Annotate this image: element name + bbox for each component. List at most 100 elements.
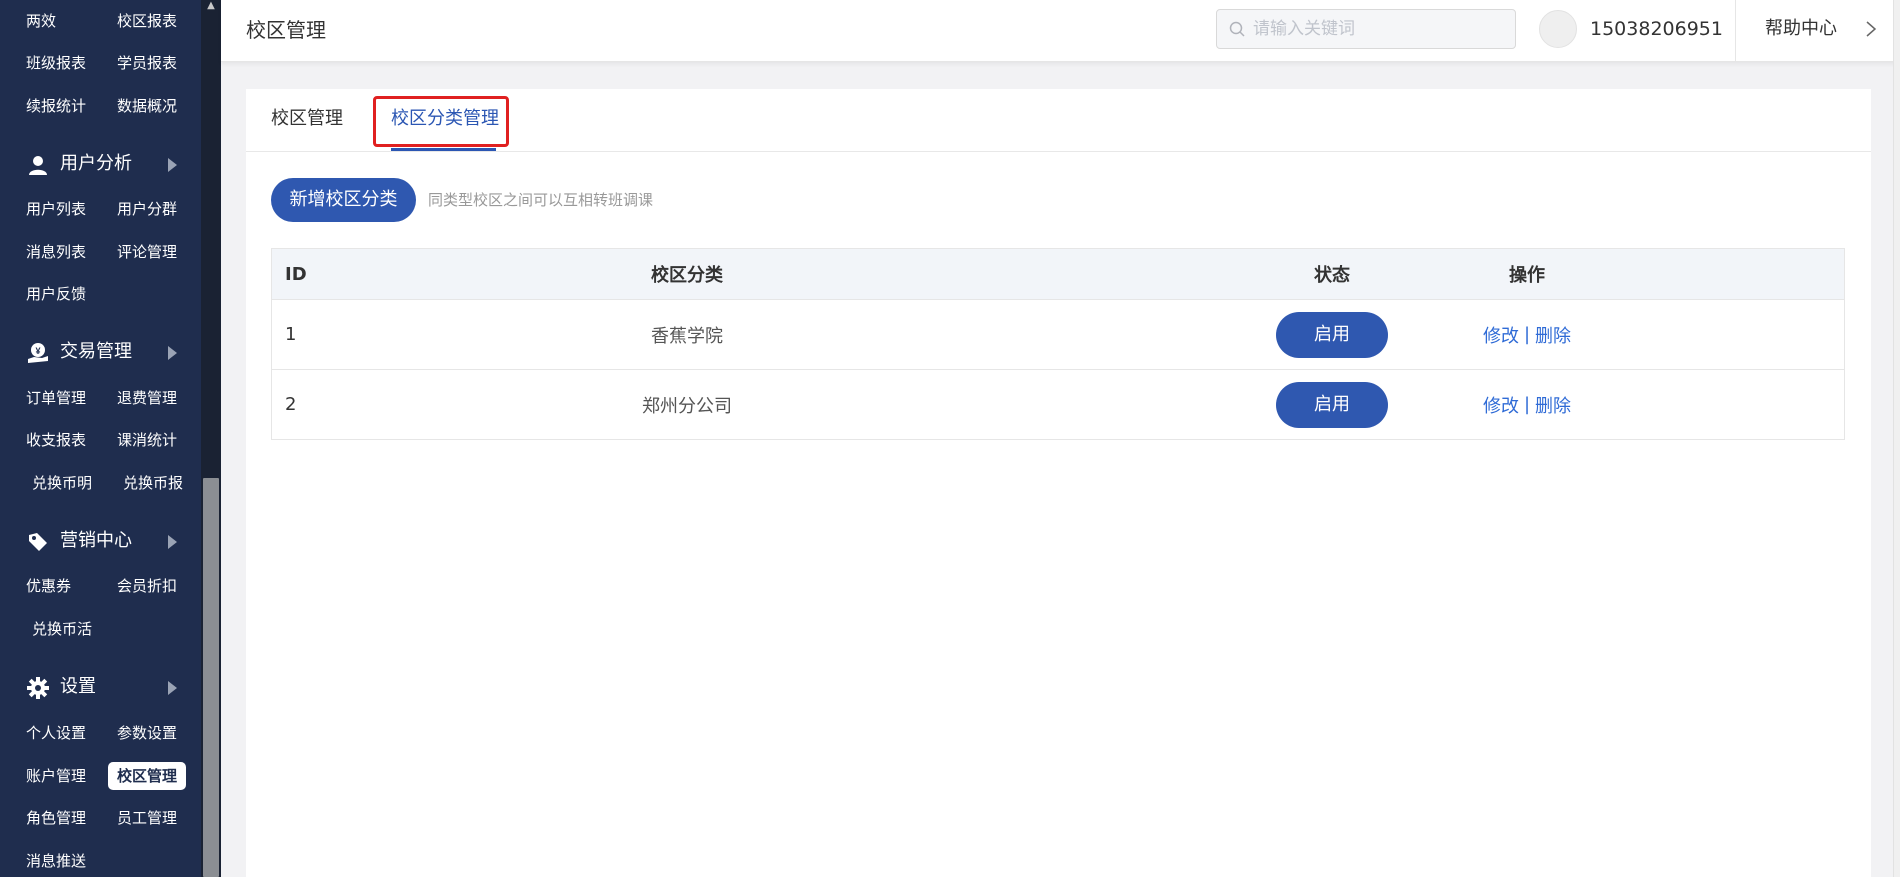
svg-text:¥: ¥ (35, 346, 40, 356)
sidebar-row: 角色管理 员工管理 (0, 803, 201, 833)
sidebar-item-data-overview[interactable]: 数据概况 (108, 91, 186, 121)
caret-right-icon (168, 535, 177, 549)
tag-icon (29, 533, 47, 551)
sidebar-item-role-management[interactable]: 角色管理 (17, 803, 95, 833)
sidebar-item-class-report[interactable]: 班级报表 (17, 48, 95, 78)
user-icon (29, 156, 47, 175)
sidebar-section-settings[interactable]: 设置 (0, 669, 201, 705)
caret-right-icon (168, 681, 177, 695)
sidebar-item-parameter-settings[interactable]: 参数设置 (108, 718, 186, 748)
sidebar-row: 续报统计 数据概况 (0, 91, 201, 121)
header-category: 校区分类 (651, 265, 723, 286)
delete-link[interactable]: 删除 (1535, 322, 1571, 348)
sidebar-section-trade-management[interactable]: ¥ 交易管理 (0, 334, 201, 370)
separator: | (1523, 394, 1531, 415)
status-toggle-button[interactable]: 启用 (1276, 311, 1388, 358)
caret-right-icon (168, 158, 177, 172)
add-campus-category-button[interactable]: 新增校区分类 (271, 178, 416, 222)
sidebar-row: 优惠券 会员折扣 (0, 571, 201, 601)
page-title: 校区管理 (246, 18, 326, 42)
row-id: 2 (285, 394, 297, 415)
tab-campus-management[interactable]: 校区管理 (271, 89, 343, 149)
tab-bar: 校区管理 校区分类管理 (246, 89, 1871, 152)
sidebar-item-staff-management[interactable]: 员工管理 (108, 803, 186, 833)
sidebar-item-coin-activity[interactable]: 兑换币活 (23, 614, 101, 644)
gear-icon (27, 677, 49, 699)
sidebar-scrollbar[interactable]: ▲ (201, 0, 221, 877)
scroll-up-arrow-icon[interactable]: ▲ (201, 0, 221, 14)
sidebar-item-message-push[interactable]: 消息推送 (17, 846, 95, 876)
content-card: 校区管理 校区分类管理 新增校区分类 同类型校区之间可以互相转班调课 ID 校区… (246, 89, 1871, 877)
header-divider (1735, 0, 1736, 62)
header-status: 状态 (1314, 265, 1350, 286)
sidebar-item-account-management[interactable]: 账户管理 (17, 761, 95, 791)
search-box[interactable] (1216, 9, 1516, 49)
sidebar-row: 个人设置 参数设置 (0, 718, 201, 748)
row-operations: 修改 | 删除 (1462, 300, 1592, 369)
sidebar-item-message-list[interactable]: 消息列表 (17, 237, 95, 267)
sidebar-row: 兑换币活 (0, 614, 201, 644)
sidebar-row: 兑换币明 兑换币报 (0, 468, 201, 498)
sidebar-item-comment-management[interactable]: 评论管理 (108, 237, 186, 267)
help-center-link[interactable]: 帮助中心 (1765, 0, 1837, 58)
search-icon (1229, 21, 1245, 37)
chevron-right-icon[interactable] (1861, 19, 1881, 39)
sidebar-row: 两效 校区报表 (0, 6, 201, 36)
page-scrollbar[interactable] (1893, 0, 1900, 877)
section-label: 营销中心 (60, 530, 132, 551)
sidebar: 两效 校区报表 班级报表 学员报表 续报统计 数据概况 用户分析 用户列表 用户… (0, 0, 201, 877)
section-label: 用户分析 (60, 153, 132, 174)
sidebar-item-user-feedback[interactable]: 用户反馈 (17, 279, 95, 309)
table-header: ID 校区分类 状态 操作 (272, 249, 1844, 300)
sidebar-row: 消息推送 (0, 846, 201, 876)
sidebar-item-member-discount[interactable]: 会员折扣 (108, 571, 186, 601)
user-phone[interactable]: 15038206951 (1590, 0, 1723, 58)
row-category: 香蕉学院 (651, 325, 723, 347)
row-category: 郑州分公司 (642, 395, 732, 417)
section-label: 交易管理 (60, 341, 132, 362)
sidebar-row: 用户反馈 (0, 279, 201, 309)
edit-link[interactable]: 修改 (1483, 322, 1519, 348)
search-input[interactable] (1253, 10, 1503, 48)
table-row: 1 香蕉学院 启用 修改 | 删除 (272, 300, 1844, 370)
sidebar-item-refund-management[interactable]: 退费管理 (108, 383, 186, 413)
row-id: 1 (285, 324, 297, 345)
sidebar-item-income-report[interactable]: 收支报表 (17, 425, 95, 455)
sidebar-section-marketing-center[interactable]: 营销中心 (0, 523, 201, 559)
hint-text: 同类型校区之间可以互相转班调课 (428, 191, 654, 209)
sidebar-item-liangxiao[interactable]: 两效 (17, 6, 65, 36)
sidebar-row: 账户管理 校区管理 (0, 761, 201, 791)
header-operations: 操作 (1509, 265, 1545, 286)
sidebar-row: 订单管理 退费管理 (0, 383, 201, 413)
sidebar-item-coupons[interactable]: 优惠券 (17, 571, 80, 601)
sidebar-item-class-consumption-stats[interactable]: 课消统计 (108, 425, 186, 455)
sidebar-item-student-report[interactable]: 学员报表 (108, 48, 186, 78)
sidebar-row: 消息列表 评论管理 (0, 237, 201, 267)
sidebar-item-user-groups[interactable]: 用户分群 (108, 194, 186, 224)
section-label: 设置 (60, 676, 96, 697)
sidebar-item-personal-settings[interactable]: 个人设置 (17, 718, 95, 748)
sidebar-item-renewal-stats[interactable]: 续报统计 (17, 91, 95, 121)
sidebar-item-order-management[interactable]: 订单管理 (17, 383, 95, 413)
sidebar-row: 班级报表 学员报表 (0, 48, 201, 78)
sidebar-row: 收支报表 课消统计 (0, 425, 201, 455)
sidebar-item-user-list[interactable]: 用户列表 (17, 194, 95, 224)
tab-campus-category-management[interactable]: 校区分类管理 (391, 89, 499, 149)
active-tab-indicator (391, 148, 496, 151)
sidebar-row: 用户列表 用户分群 (0, 194, 201, 224)
sidebar-scrollbar-thumb[interactable] (203, 478, 219, 877)
table-row: 2 郑州分公司 启用 修改 | 删除 (272, 370, 1844, 440)
status-toggle-button[interactable]: 启用 (1276, 381, 1388, 428)
delete-link[interactable]: 删除 (1535, 392, 1571, 418)
sidebar-item-coin-details[interactable]: 兑换币明 (23, 468, 101, 498)
sidebar-section-user-analysis[interactable]: 用户分析 (0, 146, 201, 182)
row-status: 启用 (1275, 300, 1389, 369)
header-id: ID (285, 263, 307, 285)
row-status: 启用 (1275, 370, 1389, 439)
sidebar-item-campus-report[interactable]: 校区报表 (108, 6, 186, 36)
sidebar-item-coin-report[interactable]: 兑换币报 (114, 468, 192, 498)
sidebar-item-campus-management[interactable]: 校区管理 (108, 762, 187, 790)
caret-right-icon (168, 346, 177, 360)
edit-link[interactable]: 修改 (1483, 392, 1519, 418)
avatar[interactable] (1539, 10, 1577, 48)
